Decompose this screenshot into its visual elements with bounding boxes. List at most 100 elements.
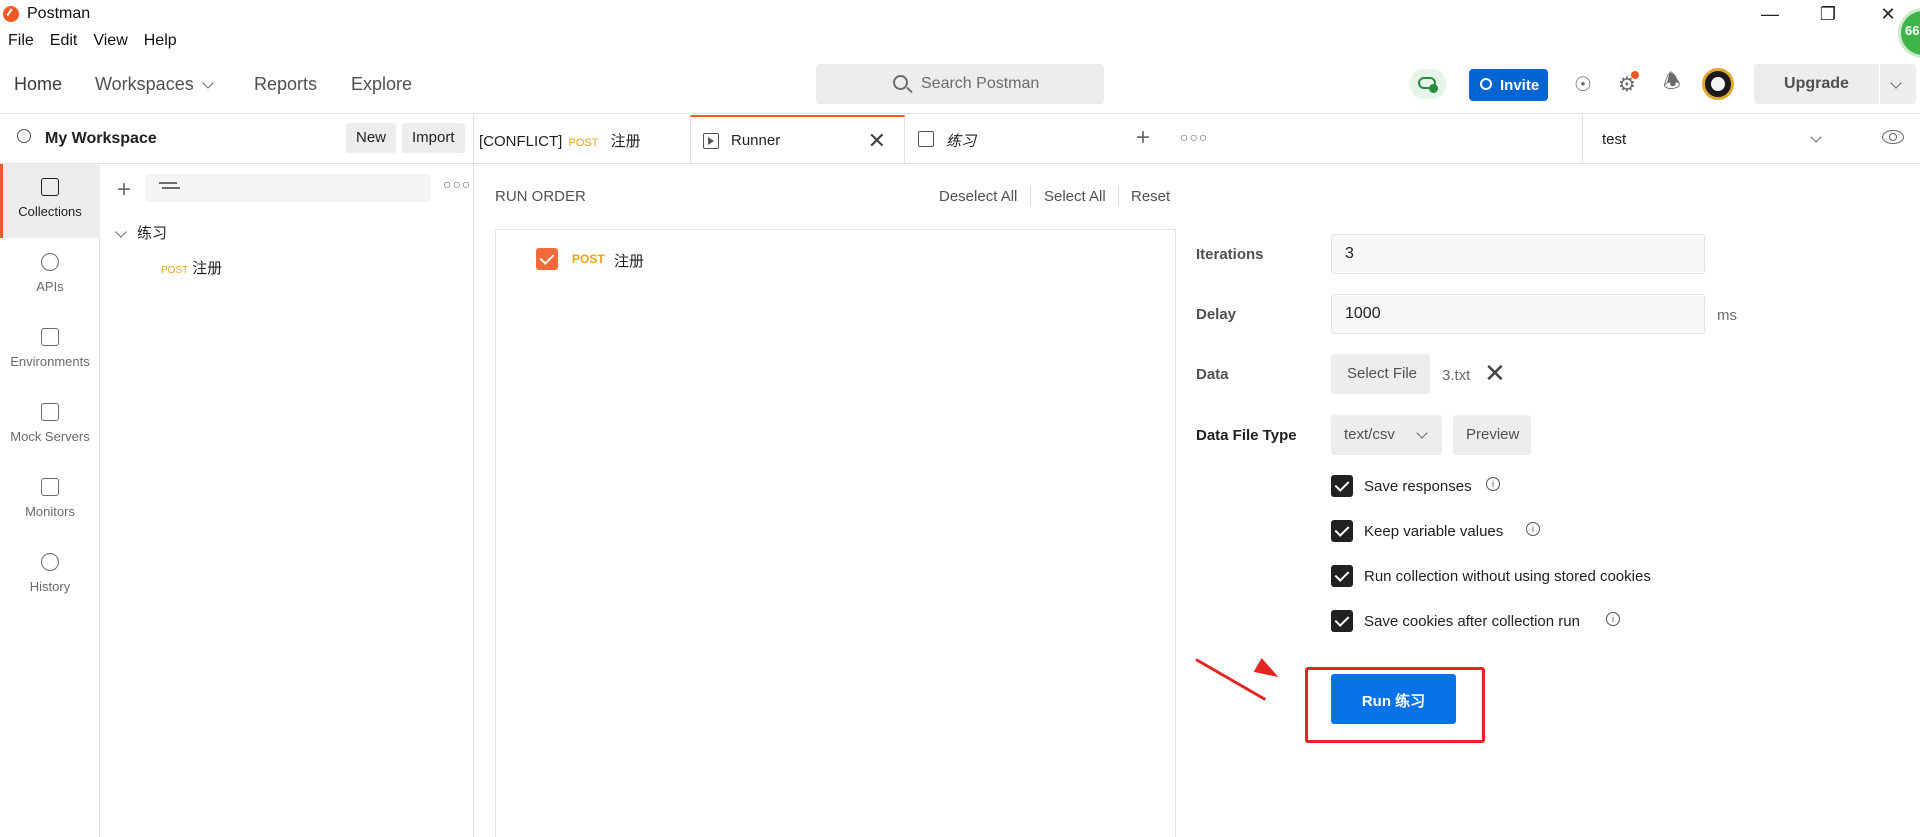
nav-workspaces[interactable]: Workspaces <box>95 74 214 95</box>
upgrade-button[interactable]: Upgrade <box>1754 64 1879 104</box>
minimize-icon[interactable]: — <box>1750 2 1790 26</box>
save-cookies-checkbox[interactable] <box>1331 610 1353 632</box>
environment-select[interactable]: test <box>1582 115 1850 164</box>
data-file-type-select[interactable]: text/csv <box>1331 415 1442 455</box>
app-title: Postman <box>27 5 91 22</box>
history-icon <box>41 553 59 571</box>
sidebar-item-apis[interactable]: APIs <box>0 239 100 313</box>
settings-icon[interactable]: ⚙ <box>1613 70 1641 98</box>
chevron-down-icon <box>1416 427 1428 439</box>
sidebar-item-monitors[interactable]: Monitors <box>0 464 100 538</box>
data-label: Data <box>1196 366 1229 383</box>
tab-label: 注册 <box>610 133 641 150</box>
new-tab-icon[interactable]: + <box>1136 124 1150 152</box>
select-file-button[interactable]: Select File <box>1331 354 1430 394</box>
collection-icon <box>918 131 934 147</box>
clear-file-icon[interactable]: ✕ <box>1484 360 1506 386</box>
import-button[interactable]: Import <box>402 123 465 153</box>
menu-view[interactable]: View <box>85 30 135 54</box>
info-icon[interactable]: i <box>1606 612 1620 626</box>
method-badge: POST <box>572 252 605 266</box>
collection-item[interactable]: 练习 <box>115 222 168 243</box>
tab-label: 练习 <box>946 133 977 150</box>
filter-input[interactable] <box>145 174 431 202</box>
upgrade-dropdown[interactable] <box>1880 64 1916 104</box>
user-icon <box>17 129 31 143</box>
collections-icon <box>41 178 59 196</box>
divider <box>1030 186 1031 206</box>
delay-unit: ms <box>1717 307 1737 324</box>
select-all-button[interactable]: Select All <box>1044 188 1106 205</box>
more-icon[interactable]: ○○○ <box>1180 129 1208 145</box>
sidebar-item-label: Collections <box>18 204 82 219</box>
tab-collection[interactable]: 练习 <box>906 115 1121 164</box>
option-label: Keep variable values <box>1364 523 1504 540</box>
nav-reports[interactable]: Reports <box>254 74 317 95</box>
chevron-down-icon <box>115 226 127 238</box>
chevron-down-icon <box>1890 77 1902 89</box>
environment-value: test <box>1602 131 1627 148</box>
menu-file[interactable]: File <box>0 30 42 54</box>
maximize-icon[interactable]: ❐ <box>1808 2 1848 26</box>
collections-panel: + ○○○ 练习 POST 注册 <box>101 164 474 837</box>
sidebar-item-history[interactable]: History <box>0 539 100 613</box>
invite-label: Invite <box>1500 77 1540 94</box>
annotation-highlight-box <box>1305 667 1485 743</box>
delay-input[interactable]: 1000 <box>1331 294 1705 334</box>
save-responses-checkbox[interactable] <box>1331 475 1353 497</box>
sidebar-item-label: APIs <box>36 279 64 294</box>
delay-label: Delay <box>1196 306 1237 323</box>
menu-bar: File Edit View Help <box>0 30 185 54</box>
bell-icon[interactable]: 🕭 <box>1658 70 1686 98</box>
run-without-cookies-checkbox[interactable] <box>1331 565 1353 587</box>
run-order-list: POST 注册 <box>495 229 1176 837</box>
cloud-sync-icon[interactable] <box>1410 69 1446 99</box>
search-icon <box>893 75 908 90</box>
chevron-down-icon <box>202 77 214 89</box>
sidebar-item-mock-servers[interactable]: Mock Servers <box>0 389 100 463</box>
deselect-all-button[interactable]: Deselect All <box>939 188 1017 205</box>
keep-variable-values-checkbox[interactable] <box>1331 520 1353 542</box>
close-tab-icon[interactable]: ✕ <box>868 130 886 152</box>
workspace-bar: My Workspace New Import <box>0 115 474 164</box>
new-button[interactable]: New <box>346 123 397 153</box>
method-badge: POST <box>161 265 189 276</box>
apis-icon <box>41 253 59 271</box>
request-item[interactable]: POST 注册 <box>161 257 222 278</box>
preview-button[interactable]: Preview <box>1453 415 1531 455</box>
option-label: Save responses <box>1364 478 1472 495</box>
annotation-arrow <box>1195 658 1267 701</box>
plus-icon[interactable]: + <box>117 178 131 202</box>
reset-button[interactable]: Reset <box>1131 188 1170 205</box>
search-input[interactable]: Search Postman <box>816 64 1104 104</box>
mock-servers-icon <box>41 403 59 421</box>
file-name: 3.txt <box>1442 367 1471 384</box>
info-icon[interactable]: i <box>1526 522 1540 536</box>
menu-edit[interactable]: Edit <box>42 30 86 54</box>
eye-icon[interactable] <box>1882 130 1904 144</box>
sidebar-item-environments[interactable]: Environments <box>0 314 100 388</box>
runner-icon <box>703 133 719 149</box>
chevron-down-icon <box>1810 131 1822 143</box>
nav-home[interactable]: Home <box>14 74 62 95</box>
search-placeholder: Search Postman <box>921 75 1040 92</box>
nav-explore[interactable]: Explore <box>351 74 412 95</box>
tab-prefix: [CONFLICT] <box>479 133 563 150</box>
more-icon[interactable]: ○○○ <box>443 176 471 192</box>
workspace-title[interactable]: My Workspace <box>45 130 157 148</box>
collection-name: 练习 <box>137 225 168 242</box>
menu-help[interactable]: Help <box>136 30 185 54</box>
request-checkbox[interactable] <box>536 248 558 270</box>
info-icon[interactable]: i <box>1486 477 1500 491</box>
filter-icon <box>159 182 177 184</box>
tabs-bar: [CONFLICT] POST 注册 Runner ✕ 练习 + ○○○ tes… <box>474 115 1920 164</box>
invite-button[interactable]: Invite <box>1469 69 1548 101</box>
satellite-icon[interactable]: ☉ <box>1569 70 1597 98</box>
avatar[interactable] <box>1702 68 1734 100</box>
tab-runner[interactable]: Runner ✕ <box>690 115 905 164</box>
sidebar-item-collections[interactable]: Collections <box>0 164 100 238</box>
request-name: 注册 <box>192 260 223 277</box>
iterations-input[interactable]: 3 <box>1331 234 1705 274</box>
top-header: Home Workspaces Reports Explore Search P… <box>0 58 1920 114</box>
tab-conflict-request[interactable]: [CONFLICT] POST 注册 <box>479 115 694 164</box>
